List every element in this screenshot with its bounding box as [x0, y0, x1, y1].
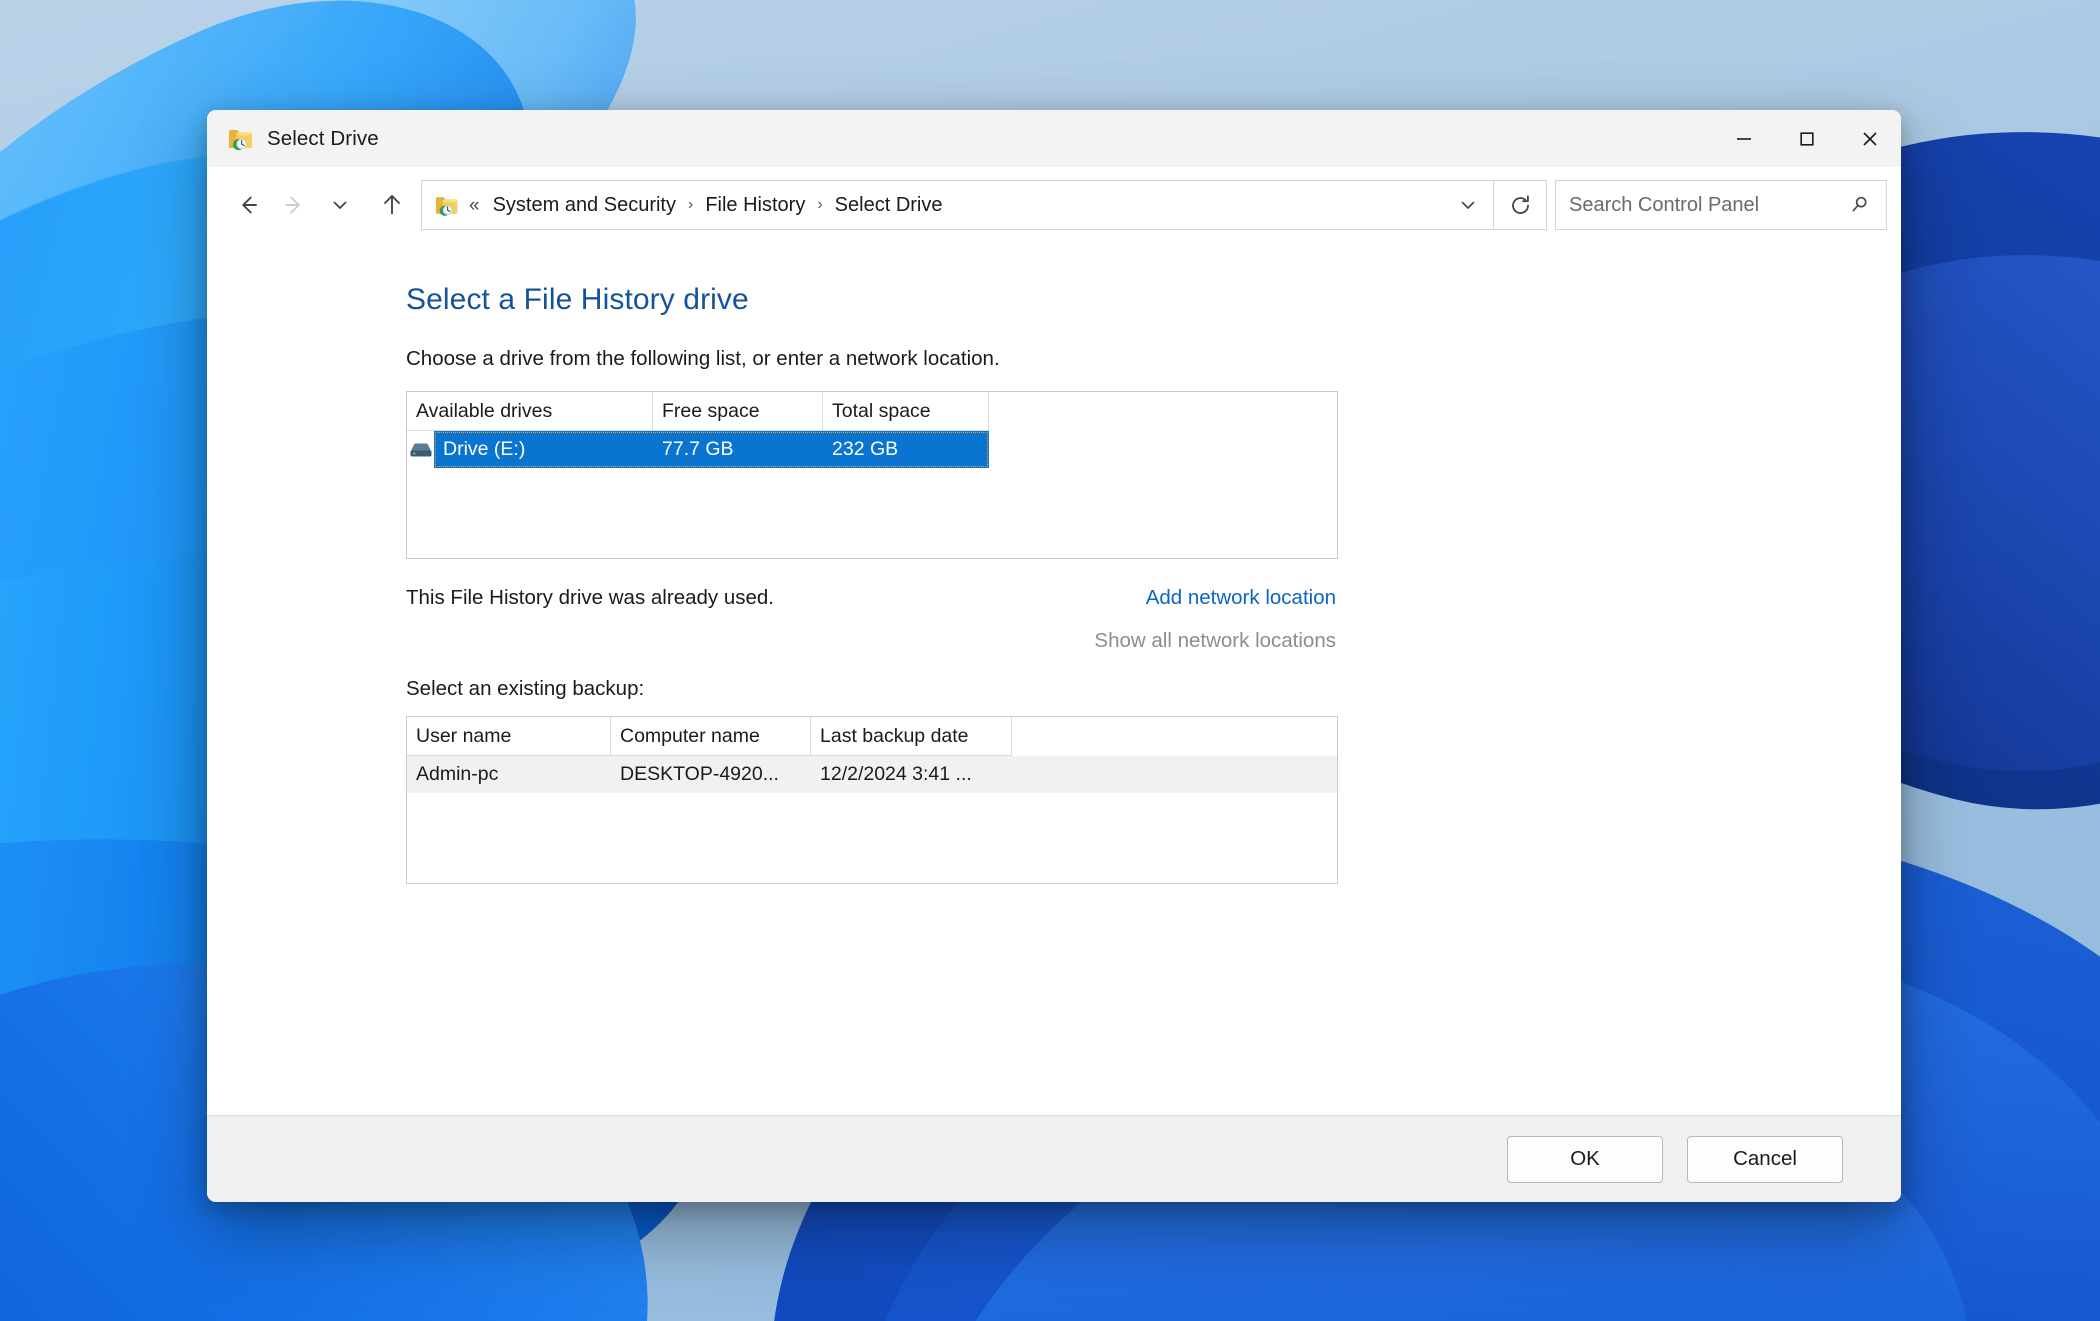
breadcrumb-separator-icon: › — [688, 196, 694, 213]
window-title: Select Drive — [267, 126, 379, 150]
minimize-button[interactable] — [1712, 110, 1775, 167]
column-header-user-name[interactable]: User name — [407, 717, 611, 756]
column-header-available-drives[interactable]: Available drives — [407, 392, 653, 431]
select-drive-window: Select Drive « System and Security › Fil… — [207, 110, 1901, 1202]
search-box[interactable] — [1555, 180, 1887, 230]
breadcrumb-folder-icon — [435, 194, 460, 217]
existing-backup-label: Select an existing backup: — [406, 677, 645, 700]
status-and-links-row: This File History drive was already used… — [406, 586, 1336, 653]
window-title-bar[interactable]: Select Drive — [207, 110, 1901, 167]
cell-drive-name: Drive (E:) — [443, 438, 526, 460]
up-button[interactable] — [369, 182, 415, 228]
hard-drive-icon — [407, 441, 434, 459]
cancel-button[interactable]: Cancel — [1687, 1135, 1843, 1183]
breadcrumb-bar[interactable]: « System and Security › File History › S… — [421, 180, 1494, 230]
dialog-footer: OK Cancel — [207, 1115, 1901, 1202]
breadcrumb-items: « System and Security › File History › S… — [460, 191, 1447, 220]
column-header-free-space[interactable]: Free space — [653, 392, 823, 431]
cell-free-space: 77.7 GB — [662, 438, 734, 460]
column-header-last-backup-date[interactable]: Last backup date — [811, 717, 1012, 756]
breadcrumb-item-system-and-security[interactable]: System and Security — [488, 191, 681, 220]
breadcrumb-overflow-icon[interactable]: « — [469, 196, 480, 215]
search-icon[interactable] — [1834, 182, 1886, 228]
existing-backups-list[interactable]: User name Computer name Last backup date… — [406, 716, 1338, 884]
cell-last-backup-date: 12/2/2024 3:41 ... — [820, 763, 972, 785]
backups-table-header: User name Computer name Last backup date — [407, 717, 1337, 756]
back-button[interactable] — [225, 182, 271, 228]
dialog-content: Select a File History drive Choose a dri… — [207, 243, 1901, 1115]
show-all-network-locations-link[interactable]: Show all network locations — [1094, 629, 1336, 653]
breadcrumb-item-select-drive[interactable]: Select Drive — [830, 191, 948, 220]
selected-drive-row[interactable]: Drive (E:) 77.7 GB 232 GB — [434, 431, 989, 468]
maximize-button[interactable] — [1775, 110, 1838, 167]
drive-status-text: This File History drive was already used… — [406, 586, 774, 609]
navigation-toolbar: « System and Security › File History › S… — [207, 167, 1901, 243]
breadcrumb-item-file-history[interactable]: File History — [700, 191, 810, 220]
refresh-button[interactable] — [1494, 180, 1547, 230]
cell-computer-name: DESKTOP-4920... — [620, 763, 779, 785]
cell-total-space: 232 GB — [832, 438, 899, 460]
cell-user-name: Admin-pc — [416, 763, 499, 785]
ok-button[interactable]: OK — [1507, 1135, 1663, 1183]
table-row[interactable]: Drive (E:) 77.7 GB 232 GB — [407, 431, 1337, 468]
page-title: Select a File History drive — [406, 283, 749, 316]
window-controls — [1712, 110, 1901, 167]
column-header-computer-name[interactable]: Computer name — [611, 717, 811, 756]
column-header-total-space[interactable]: Total space — [823, 392, 989, 431]
file-history-folder-icon — [228, 127, 255, 151]
available-drives-list[interactable]: Available drives Free space Total space … — [406, 391, 1338, 559]
network-links: Add network location Show all network lo… — [1094, 586, 1336, 653]
search-input[interactable] — [1556, 193, 1834, 217]
drives-table-header: Available drives Free space Total space — [407, 392, 1337, 431]
title-bar-left: Select Drive — [207, 127, 379, 151]
forward-button[interactable] — [271, 182, 317, 228]
recent-locations-chevron-down-icon[interactable] — [317, 182, 363, 228]
table-row[interactable]: Admin-pc DESKTOP-4920... 12/2/2024 3:41 … — [407, 756, 1337, 793]
page-subtitle: Choose a drive from the following list, … — [406, 347, 1000, 370]
add-network-location-link[interactable]: Add network location — [1094, 586, 1336, 610]
breadcrumb-separator-icon: › — [817, 196, 823, 213]
close-button[interactable] — [1838, 110, 1901, 167]
breadcrumb-chevron-down-icon[interactable] — [1447, 183, 1489, 227]
